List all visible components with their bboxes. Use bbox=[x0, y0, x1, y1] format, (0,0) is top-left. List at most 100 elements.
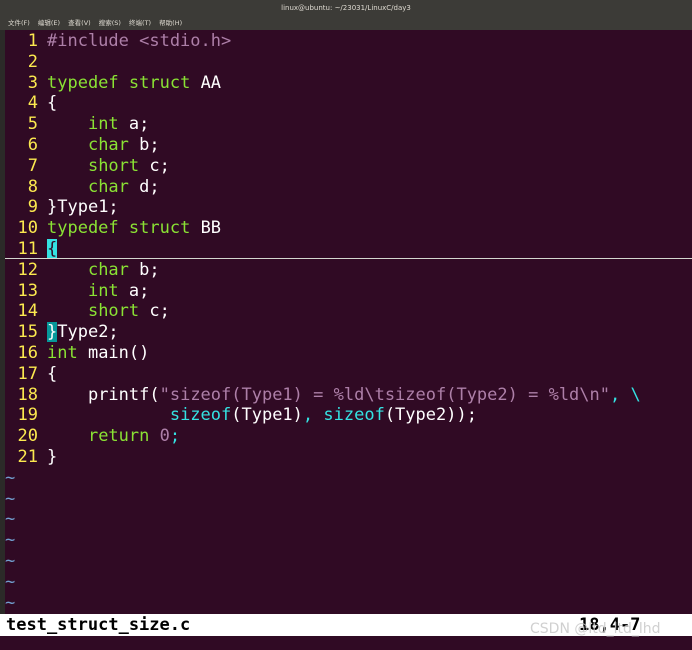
line-number: 14 bbox=[17, 301, 38, 322]
code-line: 19 sizeof(Type1), sizeof(Type2)); bbox=[5, 405, 692, 426]
line-number: 1 bbox=[27, 31, 38, 51]
line-number: 2 bbox=[27, 51, 38, 72]
line-number: 9 bbox=[27, 197, 38, 218]
line-number: 8 bbox=[27, 176, 38, 197]
code-line: 10 typedef struct BB bbox=[5, 218, 692, 239]
code-line: 14 short c; bbox=[5, 301, 692, 322]
code-token: char bbox=[87, 176, 129, 197]
code-token: char bbox=[87, 135, 129, 155]
menu-help[interactable]: 帮助(H) bbox=[159, 19, 182, 27]
code-token: } bbox=[47, 197, 58, 218]
empty-line-tilde: ~ bbox=[5, 467, 16, 488]
menu-terminal[interactable]: 终端(T) bbox=[129, 19, 151, 27]
code-token: \n bbox=[579, 384, 600, 405]
code-line: 4{ bbox=[5, 93, 692, 114]
code-token: int bbox=[87, 280, 119, 301]
code-token: return bbox=[87, 426, 150, 447]
code-token: { bbox=[47, 93, 58, 114]
code-token: d; bbox=[128, 176, 160, 197]
code-line: 9}Type1; bbox=[5, 197, 692, 218]
code-token: struct bbox=[128, 72, 191, 93]
code-line: 18 printf("sizeof(Type1) = %ld\tsizeof(T… bbox=[5, 385, 692, 406]
matching-brace: } bbox=[47, 322, 58, 343]
code-token: , \ bbox=[610, 384, 641, 405]
menu-view[interactable]: 查看(V) bbox=[68, 19, 91, 27]
code-line: 21} bbox=[5, 447, 692, 468]
line-number: 19 bbox=[17, 405, 38, 426]
code-token: a; bbox=[118, 280, 150, 301]
code-token: Type2; bbox=[57, 322, 119, 343]
window-title: linux@ubuntu: ~/23031/LinuxC/day3 bbox=[281, 4, 411, 12]
command-line[interactable] bbox=[0, 636, 692, 650]
code-token: %ld bbox=[333, 384, 365, 405]
code-token: struct bbox=[128, 218, 191, 239]
line-number: 13 bbox=[17, 280, 38, 301]
code-line: 13 int a; bbox=[5, 281, 692, 302]
code-token: c; bbox=[139, 155, 170, 176]
code-line: 16 int main() bbox=[5, 343, 692, 364]
code-token: b; bbox=[128, 135, 160, 155]
code-token: a; bbox=[118, 114, 150, 135]
line-number: 10 bbox=[17, 218, 38, 239]
empty-line-tilde: ~ bbox=[5, 488, 16, 509]
code-token: , bbox=[302, 405, 324, 426]
line-number: 16 bbox=[17, 343, 38, 363]
vim-editor[interactable]: 1 #include <stdio.h> 2 3 typedef struct AA… bbox=[5, 31, 692, 614]
code-token: main() bbox=[77, 343, 150, 363]
code-line: 5 int a; bbox=[5, 114, 692, 135]
code-token: " bbox=[599, 384, 611, 405]
code-token: int bbox=[87, 114, 119, 135]
code-token: { bbox=[47, 363, 58, 384]
code-line: 12 char b; bbox=[5, 260, 692, 281]
line-number: 6 bbox=[27, 135, 38, 155]
line-number: 21 bbox=[17, 447, 38, 467]
code-token: short bbox=[87, 301, 140, 322]
status-filename: test_struct_size.c bbox=[6, 615, 191, 635]
line-number: 12 bbox=[17, 259, 38, 280]
code-token: #include <stdio.h> bbox=[47, 31, 232, 51]
line-number: 17 bbox=[17, 363, 38, 384]
code-token: 0 bbox=[159, 426, 170, 447]
text-cursor: { bbox=[47, 239, 58, 259]
line-number: 5 bbox=[27, 114, 38, 135]
code-token: \t bbox=[364, 384, 385, 405]
empty-line-tilde: ~ bbox=[5, 530, 16, 551]
code-token: b; bbox=[128, 259, 160, 280]
line-number: 7 bbox=[27, 155, 38, 176]
line-number: 11 bbox=[17, 239, 38, 259]
code-line: 2 bbox=[5, 52, 692, 73]
line-number: 4 bbox=[27, 93, 38, 114]
code-line: 8 char d; bbox=[5, 177, 692, 198]
code-line: 17 { bbox=[5, 364, 692, 385]
menu-search[interactable]: 搜索(S) bbox=[99, 19, 121, 27]
code-line: 20 return 0; bbox=[5, 426, 692, 447]
line-number: 15 bbox=[17, 322, 38, 343]
empty-line-tilde: ~ bbox=[5, 571, 16, 592]
code-token: short bbox=[87, 155, 140, 176]
empty-line-tilde: ~ bbox=[5, 551, 16, 571]
menu-file[interactable]: 文件(F) bbox=[8, 19, 30, 27]
code-token: printf( bbox=[87, 384, 160, 405]
code-token: typedef bbox=[47, 72, 119, 93]
code-line: 1 #include <stdio.h> bbox=[5, 31, 692, 52]
line-number: 20 bbox=[17, 426, 38, 447]
code-token: sizeof(Type2) = bbox=[384, 384, 549, 405]
code-token: sizeof bbox=[323, 405, 385, 426]
code-token: } bbox=[47, 447, 58, 467]
code-token: AA bbox=[190, 72, 222, 93]
code-line-current: 11 { bbox=[5, 239, 692, 260]
empty-line-tilde: ~ bbox=[5, 509, 16, 530]
code-token: "sizeof(Type1) = bbox=[159, 384, 334, 405]
code-token: ; bbox=[169, 426, 181, 447]
menu-edit[interactable]: 编辑(E) bbox=[38, 19, 60, 27]
